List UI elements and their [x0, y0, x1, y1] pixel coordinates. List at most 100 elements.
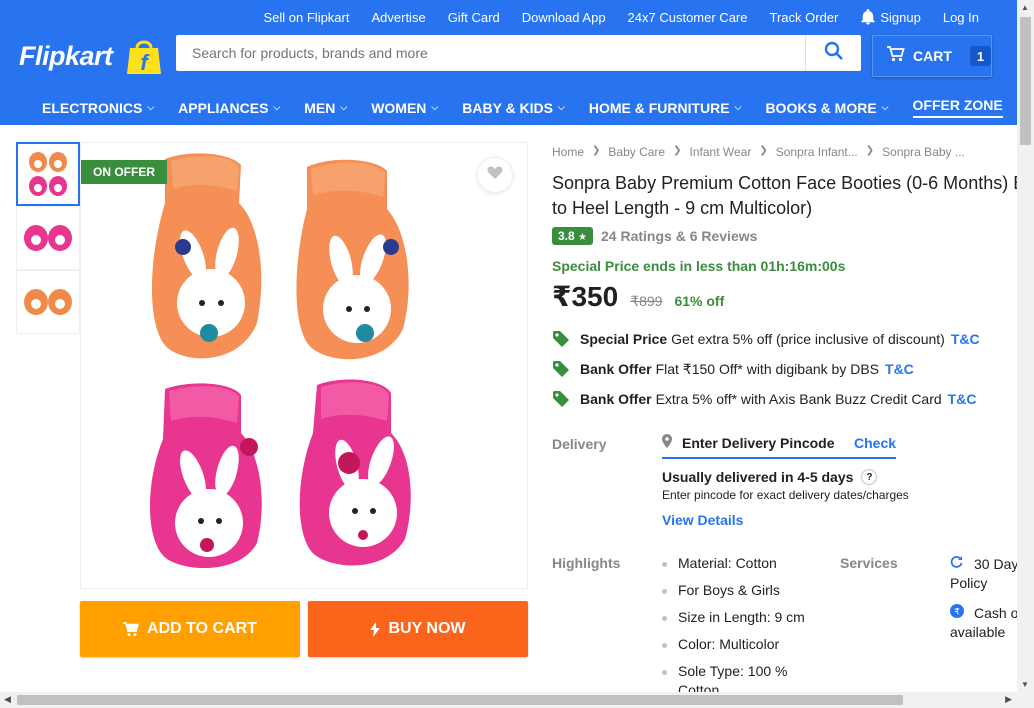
search-input[interactable]	[176, 35, 796, 71]
service-line-2: available	[950, 624, 1006, 640]
breadcrumb-sonpra-infant[interactable]: Sonpra Infant...	[776, 145, 858, 159]
booties-thumbnail-image	[29, 152, 67, 196]
heart-icon	[487, 165, 503, 185]
original-price: ₹899	[630, 293, 663, 309]
services-list: 30 Day Policy ₹ Cash o available	[950, 555, 1022, 653]
horizontal-scrollbar[interactable]: ◀ ▶	[0, 692, 1034, 708]
highlight-text: Color: Multicolor	[678, 636, 780, 652]
tag-icon	[552, 360, 570, 378]
chevron-right-icon: ❯	[865, 145, 875, 156]
nav-label: OFFER ZONE	[912, 97, 1003, 113]
chevron-down-icon: ⌵	[558, 102, 565, 112]
logo-bag-icon[interactable]: f	[124, 38, 164, 76]
nav-label: MEN	[304, 99, 336, 116]
delivery-note: Enter pincode for exact delivery dates/c…	[662, 488, 909, 502]
offer-row: Bank Offer Flat ₹150 Off* with digibank …	[552, 354, 980, 384]
nav-books-more[interactable]: BOOKS & MORE ⌵	[765, 97, 888, 118]
highlight-text: Sole Type: 100 %	[678, 663, 788, 679]
ratings-reviews-count[interactable]: 24 Ratings & 6 Reviews	[601, 228, 757, 244]
nav-home-furniture[interactable]: HOME & FURNITURE ⌵	[589, 97, 742, 118]
chevron-down-icon: ⌵	[273, 102, 281, 112]
product-image[interactable]	[81, 143, 529, 590]
scroll-left-icon[interactable]: ◀	[4, 694, 11, 705]
top-link-gift-card[interactable]: Gift Card	[437, 10, 511, 25]
pincode-input[interactable]	[682, 435, 842, 451]
category-nav: ELECTRONICS ⌵ APPLIANCES ⌵ MEN ⌵ WOMEN ⌵ BAB…	[42, 97, 1027, 118]
chevron-right-icon: ❯	[759, 145, 768, 156]
price-block: ₹350 ₹899 61% off	[552, 280, 724, 313]
thumbnail-3[interactable]	[16, 270, 80, 334]
highlight-text: Size in Length: 9 cm	[678, 609, 805, 625]
service-text: Cash o available	[950, 604, 1022, 642]
check-pincode-button[interactable]: Check	[854, 435, 896, 451]
add-to-cart-button[interactable]: ADD TO CART	[80, 601, 300, 657]
highlight-text: For Boys & Girls	[678, 582, 780, 598]
rating-summary: 3.8 ★ 24 Ratings & 6 Reviews	[552, 227, 757, 245]
on-offer-badge: ON OFFER	[81, 160, 167, 184]
nav-electronics[interactable]: ELECTRONICS ⌵	[42, 97, 154, 118]
top-links: Sell on Flipkart Advertise Gift Card Dow…	[253, 8, 991, 26]
nav-label: APPLIANCES	[178, 99, 269, 116]
bullet	[662, 670, 667, 675]
product-image-panel: ON OFFER	[80, 142, 528, 589]
discount-percent: 61% off	[674, 293, 725, 309]
rupee-icon: ₹	[950, 604, 967, 618]
breadcrumb-infant-wear[interactable]: Infant Wear	[690, 145, 752, 159]
thumbnail-2[interactable]	[16, 206, 80, 270]
flipkart-logo[interactable]: Flipkart	[19, 41, 113, 72]
top-link-advertise[interactable]: Advertise	[360, 10, 436, 25]
horizontal-scroll-thumb[interactable]	[17, 695, 903, 705]
nav-label: HOME & FURNITURE	[588, 99, 730, 116]
search-bar	[176, 35, 861, 71]
nav-label: BOOKS & MORE	[765, 99, 877, 116]
search-button[interactable]	[805, 35, 861, 71]
breadcrumb-home[interactable]: Home	[552, 145, 584, 159]
nav-women[interactable]: WOMEN ⌵	[371, 97, 438, 118]
cart-icon	[887, 45, 905, 67]
special-price-timer: Special Price ends in less than 01h:16m:…	[552, 258, 846, 274]
offers-list: Special Price Get extra 5% off (price in…	[552, 324, 980, 414]
location-icon	[662, 433, 672, 453]
thumbnail-list	[16, 142, 80, 334]
thumbnail-1[interactable]	[16, 142, 80, 206]
offer-tc-link[interactable]: T&C	[948, 391, 977, 407]
signup-link[interactable]: Signup	[869, 10, 931, 25]
scroll-down-icon[interactable]: ▼	[1021, 680, 1029, 689]
chevron-down-icon: ⌵	[340, 102, 348, 112]
breadcrumb-baby-care[interactable]: Baby Care	[608, 145, 665, 159]
cart-button[interactable]: CART 1	[872, 35, 992, 77]
offer-row: Bank Offer Extra 5% off* with Axis Bank …	[552, 384, 980, 414]
breadcrumb-sonpra-baby[interactable]: Sonpra Baby ...	[882, 145, 965, 159]
nav-offer-zone[interactable]: OFFER ZONE	[912, 97, 1003, 118]
scroll-up-icon[interactable]: ▲	[1021, 3, 1029, 12]
bell-icon[interactable]	[849, 8, 876, 26]
wishlist-button[interactable]	[477, 157, 513, 193]
top-link-sell[interactable]: Sell on Flipkart	[253, 10, 361, 25]
login-link[interactable]: Log In	[932, 10, 990, 25]
vertical-scrollbar[interactable]: ▲ ▼	[1017, 0, 1034, 692]
service-item: 30 Day Policy	[950, 555, 1022, 593]
nav-baby-kids[interactable]: BABY & KIDS ⌵	[462, 97, 565, 118]
scroll-right-icon[interactable]: ▶	[1005, 694, 1012, 705]
view-details-link[interactable]: View Details	[662, 512, 743, 528]
top-link-download-app[interactable]: Download App	[511, 10, 617, 25]
header: Sell on Flipkart Advertise Gift Card Dow…	[0, 0, 1034, 125]
chevron-down-icon: ⌵	[734, 102, 742, 112]
top-link-track-order[interactable]: Track Order	[759, 10, 850, 25]
highlight-item: Material: Cotton	[662, 555, 805, 582]
buy-now-button[interactable]: BUY NOW	[308, 601, 528, 657]
highlight-text: Material: Cotton	[678, 555, 777, 571]
chevron-down-icon: ⌵	[147, 102, 155, 112]
rating-badge[interactable]: 3.8 ★	[552, 227, 593, 245]
refresh-icon	[950, 555, 967, 568]
nav-label: BABY & KIDS	[462, 99, 553, 116]
bullet	[662, 589, 667, 594]
nav-label: ELECTRONICS	[42, 99, 143, 116]
top-link-customer-care[interactable]: 24x7 Customer Care	[617, 10, 759, 25]
offer-tc-link[interactable]: T&C	[951, 331, 980, 347]
nav-men[interactable]: MEN ⌵	[304, 97, 347, 118]
vertical-scroll-thumb[interactable]	[1020, 17, 1031, 145]
offer-tc-link[interactable]: T&C	[885, 361, 914, 377]
nav-appliances[interactable]: APPLIANCES ⌵	[178, 97, 280, 118]
help-icon[interactable]: ?	[861, 469, 878, 485]
